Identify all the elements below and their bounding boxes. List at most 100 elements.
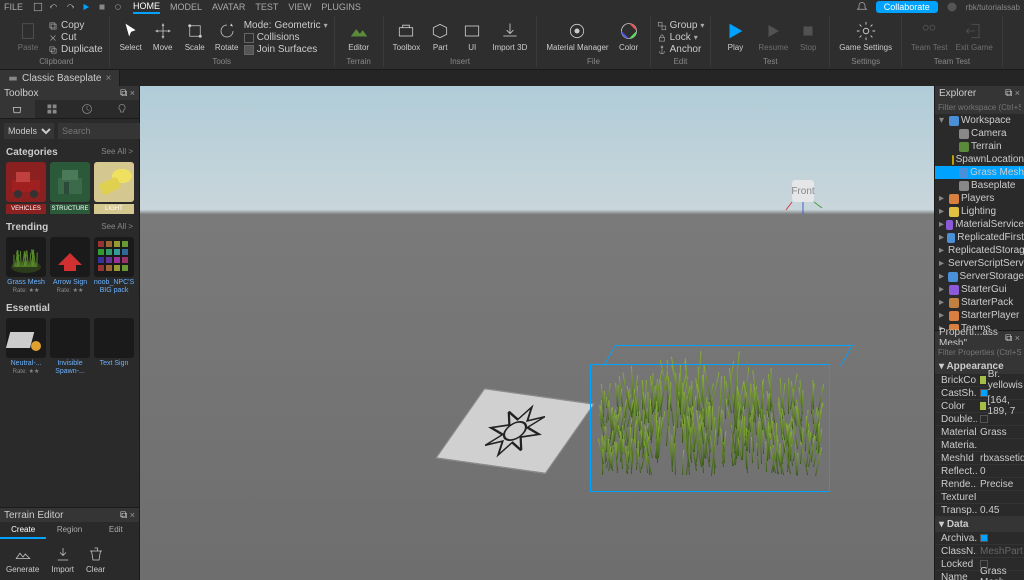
undo-icon[interactable] bbox=[49, 2, 59, 12]
avatar-tab[interactable]: AVATAR bbox=[212, 2, 245, 12]
prop-transp[interactable]: Transp...0.45 bbox=[935, 504, 1024, 517]
tree-node-serverstorage[interactable]: ▸ServerStorage bbox=[935, 270, 1024, 283]
loop-icon[interactable] bbox=[113, 2, 123, 12]
tree-node-serverscriptservice[interactable]: ▸ServerScriptService bbox=[935, 257, 1024, 270]
properties-close-icon[interactable]: × bbox=[1015, 333, 1020, 343]
save-icon[interactable] bbox=[33, 2, 43, 12]
3d-viewport[interactable]: Front bbox=[140, 86, 934, 580]
collaborate-button[interactable]: Collaborate bbox=[876, 1, 938, 13]
terrain-clear-button[interactable]: Clear bbox=[86, 545, 105, 574]
view-tab[interactable]: VIEW bbox=[288, 2, 311, 12]
tree-node-camera[interactable]: Camera bbox=[935, 127, 1024, 140]
join-surfaces-toggle[interactable]: Join Surfaces bbox=[244, 44, 328, 55]
creations-tab[interactable] bbox=[104, 100, 139, 118]
tree-node-lighting[interactable]: ▸Lighting bbox=[935, 205, 1024, 218]
home-tab[interactable]: HOME bbox=[133, 1, 160, 14]
spawn-location-object[interactable] bbox=[435, 388, 594, 473]
prop-classn[interactable]: ClassN...MeshPart bbox=[935, 545, 1024, 558]
group-button[interactable]: Group▾ bbox=[657, 20, 705, 31]
plugins-tab[interactable]: PLUGINS bbox=[321, 2, 361, 12]
move-tool[interactable]: Move bbox=[148, 18, 178, 54]
avatar-icon[interactable] bbox=[946, 1, 958, 13]
game-settings-button[interactable]: Game Settings bbox=[836, 18, 895, 54]
prop-materia[interactable]: Materia... bbox=[935, 439, 1024, 452]
test-tab[interactable]: TEST bbox=[255, 2, 278, 12]
terrain-import-button[interactable]: Import bbox=[51, 545, 74, 574]
material-manager-button[interactable]: Material Manager bbox=[543, 18, 611, 54]
play-button[interactable]: Play bbox=[717, 18, 753, 54]
rotate-tool[interactable]: Rotate bbox=[212, 18, 242, 54]
tree-node-materialservice[interactable]: ▸MaterialService bbox=[935, 218, 1024, 231]
category-select[interactable]: Models bbox=[4, 123, 54, 139]
inventory-tab[interactable] bbox=[35, 100, 70, 118]
tree-node-spawnlocation[interactable]: SpawnLocation bbox=[935, 153, 1024, 166]
color-button[interactable]: Color bbox=[614, 18, 644, 54]
essential-asset-2[interactable]: Text Sign bbox=[94, 318, 134, 376]
tree-node-workspace[interactable]: ▾Workspace bbox=[935, 114, 1024, 127]
essential-asset-0[interactable]: Neutral-...Rate: ★★ bbox=[6, 318, 46, 376]
tree-node-starterpack[interactable]: ▸StarterPack bbox=[935, 296, 1024, 309]
properties-undock-icon[interactable]: ⧉ bbox=[1005, 333, 1012, 344]
terrain-region-tab[interactable]: Region bbox=[46, 522, 92, 539]
terrain-editor-button[interactable]: Editor bbox=[341, 18, 377, 54]
paste-button[interactable]: Paste bbox=[10, 18, 46, 54]
tree-node-replicatedstorage[interactable]: ▸ReplicatedStorage bbox=[935, 244, 1024, 257]
category-vehicles[interactable]: VEHICLES bbox=[6, 162, 46, 214]
anchor-button[interactable]: Anchor bbox=[657, 44, 705, 55]
tree-node-replicatedfirst[interactable]: ▸ReplicatedFirst bbox=[935, 231, 1024, 244]
prop-rende[interactable]: Rende...Precise bbox=[935, 478, 1024, 491]
tree-node-grass-mesh[interactable]: Grass Mesh bbox=[935, 166, 1024, 179]
play-icon[interactable] bbox=[81, 2, 91, 12]
prop-color[interactable]: Color[164, 189, 7 bbox=[935, 400, 1024, 413]
trending-asset-1[interactable]: Arrow SignRate: ★★ bbox=[50, 237, 90, 295]
prop-brickco[interactable]: BrickCo...Br. yellowis bbox=[935, 374, 1024, 387]
tree-node-terrain[interactable]: Terrain bbox=[935, 140, 1024, 153]
explorer-undock-icon[interactable]: ⧉ bbox=[1005, 88, 1012, 99]
select-tool[interactable]: Select bbox=[116, 18, 146, 54]
part-button[interactable]: Part bbox=[425, 18, 455, 54]
explorer-filter-input[interactable] bbox=[935, 100, 1024, 114]
recent-tab[interactable] bbox=[70, 100, 105, 118]
tree-node-players[interactable]: ▸Players bbox=[935, 192, 1024, 205]
marketplace-tab[interactable] bbox=[0, 100, 35, 118]
import-3d-button[interactable]: Import 3D bbox=[489, 18, 530, 54]
prop-textureid[interactable]: TextureID bbox=[935, 491, 1024, 504]
terrain-close-icon[interactable]: × bbox=[130, 510, 135, 520]
notifications-icon[interactable] bbox=[856, 1, 868, 13]
terrain-edit-tab[interactable]: Edit bbox=[93, 522, 139, 539]
cut-button[interactable]: Cut bbox=[48, 32, 103, 43]
lock-button[interactable]: Lock▾ bbox=[657, 32, 705, 43]
terrain-undock-icon[interactable]: ⧉ bbox=[120, 510, 127, 521]
model-tab[interactable]: MODEL bbox=[170, 2, 202, 12]
toolbox-button[interactable]: Toolbox bbox=[390, 18, 424, 54]
categories-seeall[interactable]: See All > bbox=[101, 147, 133, 158]
terrain-generate-button[interactable]: Generate bbox=[6, 545, 39, 574]
view-selector[interactable]: Front bbox=[784, 176, 824, 216]
ui-button[interactable]: UI bbox=[457, 18, 487, 54]
redo-icon[interactable] bbox=[65, 2, 75, 12]
explorer-close-icon[interactable]: × bbox=[1015, 88, 1020, 98]
category-structure[interactable]: STRUCTURE bbox=[50, 162, 90, 214]
essential-asset-1[interactable]: Invisible Spawn-... bbox=[50, 318, 90, 376]
trending-asset-0[interactable]: Grass MeshRate: ★★ bbox=[6, 237, 46, 295]
scale-tool[interactable]: Scale bbox=[180, 18, 210, 54]
document-tab[interactable]: Classic Baseplate × bbox=[0, 70, 120, 86]
copy-button[interactable]: Copy bbox=[48, 20, 103, 31]
tab-close-icon[interactable]: × bbox=[105, 73, 111, 84]
prop-double[interactable]: Double... bbox=[935, 413, 1024, 426]
toolbox-undock-icon[interactable]: ⧉ bbox=[120, 88, 127, 99]
stop-icon[interactable] bbox=[97, 2, 107, 12]
trending-asset-2[interactable]: noob_NPC'S BIG pack bbox=[94, 237, 134, 295]
mode-select[interactable]: Mode:Geometric▾ bbox=[244, 20, 328, 31]
prop-meshid[interactable]: MeshIdrbxassetid://76 bbox=[935, 452, 1024, 465]
prop-material[interactable]: MaterialGrass bbox=[935, 426, 1024, 439]
tree-node-starterplayer[interactable]: ▸StarterPlayer bbox=[935, 309, 1024, 322]
collisions-toggle[interactable]: Collisions bbox=[244, 32, 328, 43]
prop-name[interactable]: NameGrass Mesh bbox=[935, 571, 1024, 580]
properties-filter-input[interactable] bbox=[935, 345, 1024, 359]
tree-node-startergui[interactable]: ▸StarterGui bbox=[935, 283, 1024, 296]
toolbox-close-icon[interactable]: × bbox=[130, 88, 135, 98]
trending-seeall[interactable]: See All > bbox=[101, 222, 133, 233]
category-light[interactable]: LIGHT bbox=[94, 162, 134, 214]
prop-reflect[interactable]: Reflect...0 bbox=[935, 465, 1024, 478]
